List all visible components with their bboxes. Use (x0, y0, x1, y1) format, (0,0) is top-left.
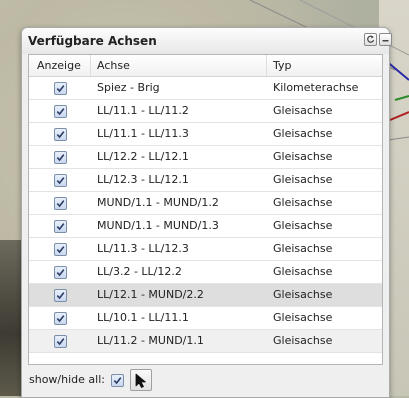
anzeige-checkbox[interactable] (53, 173, 67, 187)
typ-cell: Gleisachse (273, 104, 333, 117)
achse-cell: LL/11.2 - MUND/1.1 (97, 334, 204, 347)
typ-cell: Gleisachse (273, 265, 333, 278)
minimize-icon[interactable] (379, 33, 392, 46)
typ-cell: Gleisachse (273, 311, 333, 324)
typ-cell: Gleisachse (273, 173, 333, 186)
achse-cell: LL/11.1 - LL/11.3 (97, 127, 189, 140)
show-hide-all-checkbox[interactable] (111, 374, 124, 387)
anzeige-cell (29, 284, 91, 306)
table-row[interactable]: Spiez - Brig Kilometerachse (29, 77, 382, 100)
achse-cell: LL/12.3 - LL/12.1 (97, 173, 189, 186)
table-row[interactable]: MUND/1.1 - MUND/1.3 Gleisachse (29, 215, 382, 238)
achse-cell: LL/3.2 - LL/12.2 (97, 265, 182, 278)
column-header-achse[interactable]: Achse (91, 55, 267, 76)
table-row[interactable]: MUND/1.1 - MUND/1.2 Gleisachse (29, 192, 382, 215)
anzeige-checkbox[interactable] (53, 104, 67, 118)
panel-title: Verfügbare Achsen (28, 34, 157, 48)
table-row[interactable]: LL/11.3 - LL/12.3 Gleisachse (29, 238, 382, 261)
table-row[interactable]: LL/11.1 - LL/11.3 Gleisachse (29, 123, 382, 146)
anzeige-cell (29, 215, 91, 237)
achse-cell: Spiez - Brig (97, 81, 160, 94)
table-row[interactable]: LL/12.1 - MUND/2.2 Gleisachse (29, 284, 382, 307)
anzeige-cell (29, 192, 91, 214)
column-header-anzeige[interactable]: Anzeige (29, 55, 91, 76)
table-row[interactable]: LL/11.2 - MUND/1.1 Gleisachse (29, 330, 382, 353)
refresh-icon[interactable] (364, 33, 377, 46)
anzeige-cell (29, 146, 91, 168)
typ-cell: Gleisachse (273, 127, 333, 140)
typ-cell: Gleisachse (273, 288, 333, 301)
table-body: Spiez - Brig Kilometerachse LL/11.1 - LL/1… (29, 77, 382, 353)
achse-cell: LL/12.2 - LL/12.1 (97, 150, 189, 163)
column-header-typ[interactable]: Typ (267, 55, 382, 76)
achse-cell: MUND/1.1 - MUND/1.2 (97, 196, 219, 209)
anzeige-checkbox[interactable] (53, 127, 67, 141)
anzeige-cell (29, 100, 91, 122)
anzeige-checkbox[interactable] (53, 196, 67, 210)
typ-cell: Gleisachse (273, 242, 333, 255)
anzeige-cell (29, 123, 91, 145)
anzeige-checkbox[interactable] (53, 81, 67, 95)
table-row[interactable]: LL/3.2 - LL/12.2 Gleisachse (29, 261, 382, 284)
achse-cell: LL/10.1 - LL/11.1 (97, 311, 189, 324)
anzeige-checkbox[interactable] (53, 150, 67, 164)
anzeige-checkbox[interactable] (53, 311, 67, 325)
panel-titlebar[interactable]: Verfügbare Achsen (22, 28, 392, 54)
available-axes-panel: Verfügbare Achsen Anzeige Achse Typ Spie… (21, 27, 392, 398)
table-row[interactable]: LL/12.2 - LL/12.1 Gleisachse (29, 146, 382, 169)
typ-cell: Kilometerachse (273, 81, 359, 94)
anzeige-checkbox[interactable] (53, 265, 67, 279)
typ-cell: Gleisachse (273, 219, 333, 232)
typ-cell: Gleisachse (273, 334, 333, 347)
axes-table: Anzeige Achse Typ Spiez - Brig Kilometera… (28, 54, 383, 365)
anzeige-cell (29, 169, 91, 191)
table-row[interactable]: LL/11.1 - LL/11.2 Gleisachse (29, 100, 382, 123)
anzeige-checkbox[interactable] (53, 334, 67, 348)
achse-cell: MUND/1.1 - MUND/1.3 (97, 219, 219, 232)
table-row[interactable]: LL/10.1 - LL/11.1 Gleisachse (29, 307, 382, 330)
achse-cell: LL/11.3 - LL/12.3 (97, 242, 189, 255)
table-row[interactable]: LL/12.3 - LL/12.1 Gleisachse (29, 169, 382, 192)
achse-cell: LL/11.1 - LL/11.2 (97, 104, 189, 117)
anzeige-cell (29, 330, 91, 352)
typ-cell: Gleisachse (273, 150, 333, 163)
anzeige-cell (29, 77, 91, 99)
typ-cell: Gleisachse (273, 196, 333, 209)
table-header: Anzeige Achse Typ (29, 55, 382, 77)
anzeige-cell (29, 307, 91, 329)
pointer-icon[interactable] (130, 369, 152, 391)
anzeige-cell (29, 261, 91, 283)
anzeige-checkbox[interactable] (53, 288, 67, 302)
anzeige-checkbox[interactable] (53, 242, 67, 256)
show-hide-all-label: show/hide all: (29, 373, 105, 386)
anzeige-checkbox[interactable] (53, 219, 67, 233)
anzeige-cell (29, 238, 91, 260)
panel-footer: show/hide all: (28, 369, 383, 391)
achse-cell: LL/12.1 - MUND/2.2 (97, 288, 204, 301)
